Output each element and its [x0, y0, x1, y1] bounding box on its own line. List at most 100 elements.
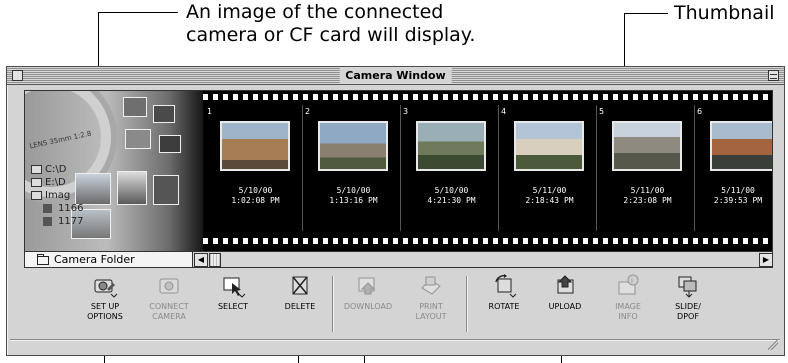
camera-setup-icon [94, 279, 118, 298]
print-layout-label: PRINT LAYOUT [415, 302, 447, 321]
frame-number: 5 [599, 107, 605, 116]
slide-dpof-label: SLIDE/ DPOF [675, 302, 701, 321]
camera-window: Camera Window LENS 35mm 1:2.8 C:\D E:\D … [6, 66, 785, 356]
folder-icon [37, 253, 49, 265]
thumbnail-date: 5/11/00 [721, 186, 755, 195]
select-cursor-icon [223, 277, 246, 298]
setup-options-label: SET UP OPTIONS [87, 302, 123, 321]
thumbnail-image[interactable] [710, 121, 772, 171]
print-layout-button[interactable]: PRINT LAYOUT [400, 274, 462, 336]
window-title: Camera Window [339, 68, 452, 83]
svg-text:i: i [631, 277, 633, 285]
callout-thumbnail: Thumbnail [674, 2, 775, 24]
toolbar-separator [332, 276, 333, 332]
tree-item[interactable]: Imag [31, 189, 83, 202]
folder-icon [31, 191, 42, 200]
callout-camera-image-line2: camera or CF card will display. [186, 24, 476, 46]
frame-number: 2 [305, 107, 311, 116]
delete-icon [292, 276, 308, 295]
camera-photo [125, 129, 151, 149]
upload-button[interactable]: UPLOAD [534, 274, 596, 336]
thumbnail-time: 2:18:43 PM [525, 196, 574, 205]
camera-folder-label: Camera Folder [54, 253, 135, 266]
frame-number: 3 [403, 107, 409, 116]
camera-image: LENS 35mm 1:2.8 C:\D E:\D Imag 1166 1177 [25, 91, 205, 251]
callout-camera-image-line1: An image of the connected [186, 1, 444, 23]
title-bar[interactable]: Camera Window [7, 67, 784, 85]
thumbnail-time: 2:39:53 PM [713, 196, 763, 205]
download-icon [358, 277, 376, 295]
thumbnail-time: 1:02:08 PM [231, 196, 280, 205]
scroll-thumb[interactable] [209, 253, 221, 267]
browser-pane: LENS 35mm 1:2.8 C:\D E:\D Imag 1166 1177 [24, 90, 773, 268]
toolbar: SET UP OPTIONS CONNECT CAMERA SELECT DEL… [7, 272, 784, 338]
sprocket-row-bottom [203, 238, 772, 244]
camera-connect-icon [159, 278, 179, 294]
folder-icon [43, 217, 52, 226]
camera-photo [153, 175, 179, 205]
frame-divider [694, 105, 695, 231]
select-button[interactable]: SELECT [202, 274, 264, 336]
camera-photo [159, 135, 181, 153]
close-box-icon[interactable] [12, 70, 23, 81]
thumbnail-time: 2:23:08 PM [623, 196, 672, 205]
leader-line-camera-h [98, 12, 178, 13]
download-label: DOWNLOAD [343, 302, 393, 311]
rotate-label: ROTATE [488, 302, 520, 311]
zoom-box-icon[interactable] [768, 70, 779, 81]
drive-icon [31, 178, 42, 187]
thumbnail-image[interactable] [318, 121, 388, 171]
slide-dpof-icon [678, 276, 697, 298]
delete-button[interactable]: DELETE [269, 274, 331, 336]
thumbnail-image[interactable] [220, 121, 290, 171]
resize-grip-icon[interactable] [768, 340, 778, 350]
download-button[interactable]: DOWNLOAD [337, 274, 399, 336]
frame-divider [302, 105, 303, 231]
image-info-label: IMAGE INFO [615, 302, 641, 321]
thumbnail-image[interactable] [612, 121, 682, 171]
rotate-button[interactable]: ROTATE [473, 274, 535, 336]
thumbnail-date: 5/10/00 [336, 186, 371, 195]
image-info-icon: i [618, 274, 639, 295]
frame-divider [400, 105, 401, 231]
tree-item[interactable]: 1166 [31, 202, 83, 215]
frame-divider [596, 105, 597, 231]
thumbnail-date: 5/11/00 [630, 186, 665, 195]
tree-item[interactable]: C:\D [31, 163, 83, 176]
select-label: SELECT [217, 302, 249, 311]
scroll-left-arrow-icon[interactable]: ◀ [194, 253, 208, 267]
image-info-button[interactable]: i IMAGE INFO [597, 274, 659, 336]
thumbnail-date: 5/10/00 [434, 186, 469, 195]
upload-label: UPLOAD [548, 302, 582, 311]
connect-camera-button[interactable]: CONNECT CAMERA [138, 274, 200, 336]
tree-item[interactable]: 1177 [31, 215, 83, 228]
thumbnail-image[interactable] [514, 121, 584, 171]
drive-icon [31, 165, 42, 174]
thumbnail-time: 1:13:16 PM [329, 196, 378, 205]
folder-tree: C:\D E:\D Imag 1166 1177 [31, 163, 83, 228]
thumbnail-date: 5/10/00 [238, 186, 273, 195]
setup-options-button[interactable]: SET UP OPTIONS [74, 274, 136, 336]
sprocket-row-top [203, 94, 772, 100]
camera-photo [153, 105, 175, 123]
slide-dpof-button[interactable]: SLIDE/ DPOF [657, 274, 719, 336]
film-strip: 1 5/10/00 1:02:08 PM 2 5/10/00 1:13:16 P… [203, 91, 772, 251]
horizontal-scrollbar[interactable]: ◀ ▶ [193, 251, 772, 267]
camera-folder-tab[interactable]: Camera Folder [25, 251, 193, 267]
camera-photo [123, 97, 147, 117]
thumbnail-date: 5/11/00 [532, 186, 567, 195]
print-layout-icon [421, 276, 441, 295]
status-bar [10, 339, 780, 352]
thumbnail-time: 4:21:30 PM [427, 196, 476, 205]
frame-number: 6 [697, 107, 703, 116]
thumbnail-image[interactable] [416, 121, 486, 171]
upload-icon [557, 275, 574, 294]
frame-number: 1 [207, 107, 213, 116]
folder-icon [43, 204, 52, 213]
tree-item[interactable]: E:\D [31, 176, 83, 189]
scroll-right-arrow-icon[interactable]: ▶ [759, 253, 772, 267]
toolbar-separator [466, 276, 467, 332]
rotate-icon [495, 274, 517, 298]
connect-camera-label: CONNECT CAMERA [149, 302, 189, 321]
camera-photo [117, 171, 147, 205]
